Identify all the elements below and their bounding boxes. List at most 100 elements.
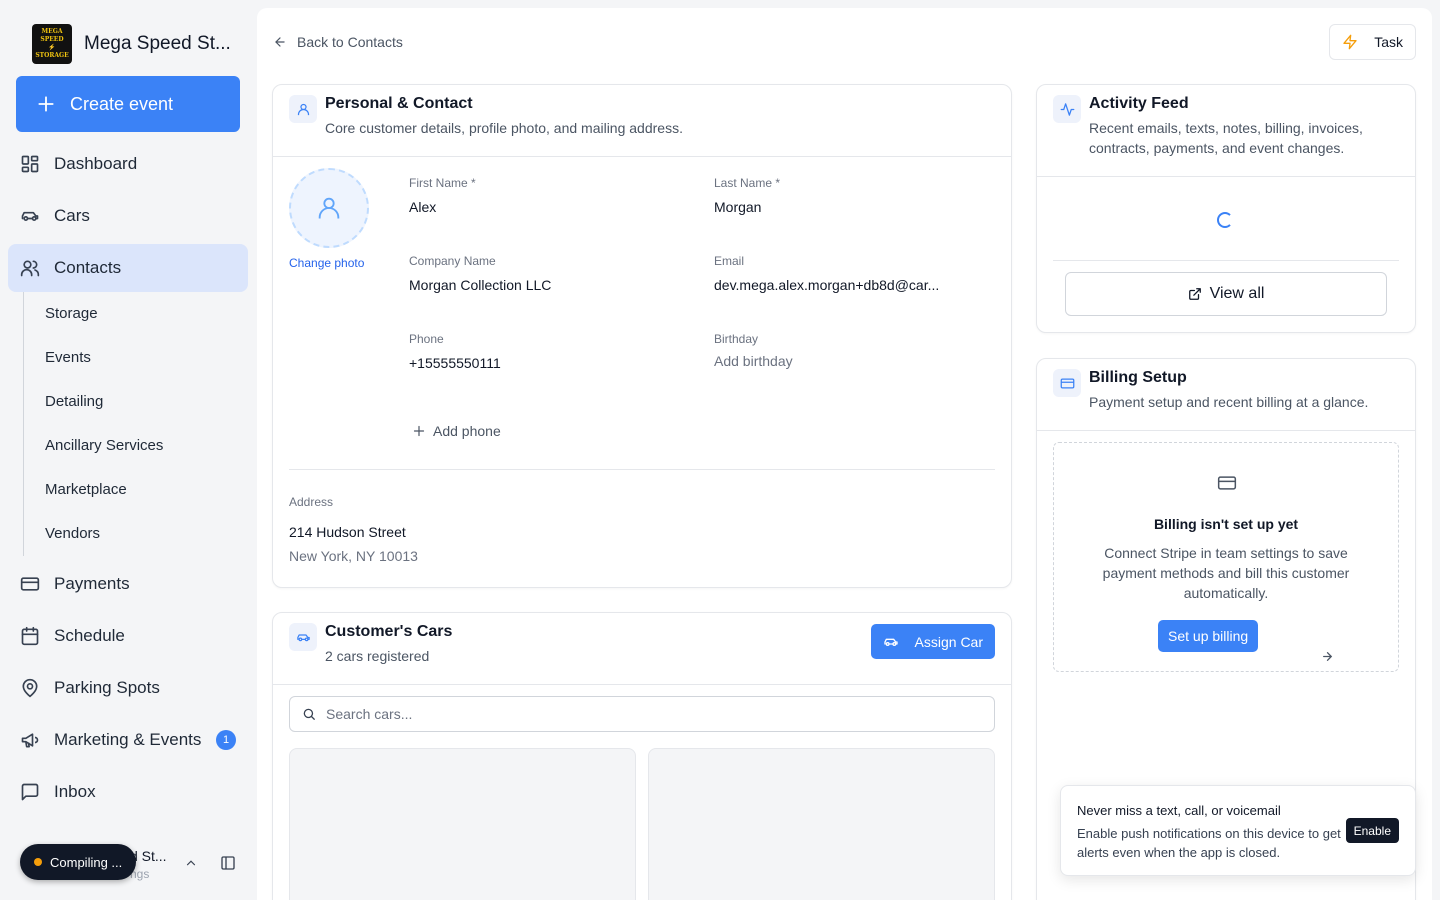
subnav-item-marketplace[interactable]: Marketplace: [45, 481, 127, 498]
phone-field[interactable]: +15555550111: [409, 355, 501, 371]
car-card-placeholder: [289, 748, 636, 900]
add-phone-button[interactable]: Add phone: [413, 423, 501, 439]
card-header: Billing Setup Payment setup and recent b…: [1037, 359, 1415, 431]
view-all-label: View all: [1209, 285, 1265, 302]
add-phone-label: Add phone: [433, 423, 501, 439]
toast-text: Enable push notifications on this device…: [1077, 826, 1341, 860]
assign-car-button[interactable]: Assign Car: [870, 624, 995, 659]
nav-label: Dashboard: [54, 154, 138, 173]
task-button[interactable]: Task: [1329, 24, 1416, 60]
car-icon: [20, 206, 40, 226]
nav-label: Payments: [54, 574, 130, 593]
nav-item-schedule[interactable]: Schedule: [8, 612, 248, 660]
view-all-button[interactable]: View all: [1065, 272, 1387, 316]
card-subtitle: 2 cars registered: [325, 648, 430, 664]
subnav-divider: [23, 292, 24, 556]
search-icon: [302, 707, 316, 721]
email-field[interactable]: dev.mega.alex.morgan+db8d@car...: [714, 277, 939, 293]
panel-left-icon[interactable]: [220, 855, 236, 871]
empty-state-title: Billing isn't set up yet: [1153, 516, 1299, 532]
megaphone-icon: [20, 730, 40, 750]
nav-item-cars[interactable]: Cars: [8, 192, 248, 240]
address-label: Address: [289, 495, 334, 509]
divider: [1053, 260, 1399, 261]
message-square-icon: [20, 782, 40, 802]
sidebar: MEGA SPEED ⚡ STORAGE Mega Speed St... Cr…: [0, 0, 256, 900]
nav-item-payments[interactable]: Payments: [8, 560, 248, 608]
main-panel: Back to Contacts Task Personal & Contact…: [257, 8, 1432, 900]
search-cars-input[interactable]: Search cars...: [289, 696, 995, 732]
nav-item-dashboard[interactable]: Dashboard: [8, 140, 248, 188]
change-photo-link[interactable]: Change photo: [289, 256, 364, 270]
notification-badge: 1: [216, 730, 236, 750]
create-event-button[interactable]: Create event: [16, 76, 240, 132]
push-notification-toast: Never miss a text, call, or voicemail En…: [1060, 785, 1416, 876]
user-icon: [315, 194, 343, 222]
map-pin-icon: [20, 678, 40, 698]
status-dot: [34, 858, 42, 866]
assign-car-label: Assign Car: [914, 633, 983, 650]
card-subtitle: Payment setup and recent billing at a gl…: [1089, 394, 1369, 410]
subnav-item-detailing[interactable]: Detailing: [45, 393, 103, 410]
nav-item-inbox[interactable]: Inbox: [8, 768, 248, 816]
card-header: Personal & Contact Core customer details…: [273, 85, 1011, 157]
create-event-label: Create event: [70, 93, 174, 114]
subnav-item-events[interactable]: Events: [45, 349, 91, 366]
subnav-item-storage[interactable]: Storage: [45, 305, 98, 322]
nav-label: Marketing & Events: [54, 730, 202, 749]
users-icon: [20, 258, 40, 278]
avatar[interactable]: [289, 168, 369, 248]
card-header: Customer's Cars 2 cars registered Assign…: [273, 613, 1011, 685]
compiling-indicator: Compiling ...: [20, 844, 137, 880]
nav-label: Schedule: [54, 626, 125, 645]
card-title: Customer's Cars: [325, 623, 453, 640]
last-name-label: Last Name *: [714, 176, 781, 190]
credit-card-icon: [1217, 473, 1237, 493]
plus-icon: [36, 94, 56, 114]
task-label: Task: [1374, 34, 1403, 50]
subnav-item-ancillary-services[interactable]: Ancillary Services: [45, 437, 163, 454]
credit-card-icon: [20, 574, 40, 594]
external-link-icon: [1188, 287, 1202, 301]
zap-icon: [1342, 34, 1358, 50]
address-line-1[interactable]: 214 Hudson Street: [289, 524, 406, 540]
nav-item-parking-spots[interactable]: Parking Spots: [8, 664, 248, 712]
card-title: Activity Feed: [1089, 95, 1189, 112]
birthday-field[interactable]: Add birthday: [714, 353, 793, 369]
toast-title: Never miss a text, call, or voicemail: [1077, 803, 1281, 818]
set-up-billing-button[interactable]: Set up billing: [1158, 620, 1333, 661]
user-icon: [289, 95, 317, 123]
dashboard-icon: [20, 154, 40, 174]
subnav-item-vendors[interactable]: Vendors: [45, 525, 100, 542]
first-name-field[interactable]: Alex: [409, 199, 436, 215]
last-name-field[interactable]: Morgan: [714, 199, 761, 215]
car-card-placeholder: [648, 748, 995, 900]
loading-spinner-icon: [1217, 212, 1233, 228]
car-icon: [289, 623, 317, 651]
empty-state-text: Connect Stripe in team settings to save …: [1102, 545, 1350, 601]
phone-label: Phone: [409, 332, 444, 346]
enable-notifications-button[interactable]: Enable: [1345, 818, 1399, 843]
calendar-icon: [20, 626, 40, 646]
personal-contact-card: Personal & Contact Core customer details…: [272, 84, 1012, 588]
address-line-2: New York, NY 10013: [289, 548, 418, 564]
back-to-contacts-link[interactable]: Back to Contacts: [273, 34, 403, 50]
company-field[interactable]: Morgan Collection LLC: [409, 277, 551, 293]
set-up-billing-label: Set up billing: [1168, 628, 1249, 644]
brand-name: Mega Speed St...: [84, 33, 231, 54]
compiling-label: Compiling ...: [50, 854, 123, 870]
brand[interactable]: MEGA SPEED ⚡ STORAGE Mega Speed St...: [32, 24, 231, 64]
email-label: Email: [714, 254, 745, 268]
birthday-label: Birthday: [714, 332, 759, 346]
nav-item-marketing-events[interactable]: Marketing & Events 1: [8, 716, 248, 764]
brand-logo: MEGA SPEED ⚡ STORAGE: [32, 24, 72, 64]
back-label: Back to Contacts: [297, 34, 403, 50]
card-header: Activity Feed Recent emails, texts, note…: [1037, 85, 1415, 177]
card-subtitle: Core customer details, profile photo, an…: [325, 120, 683, 136]
customer-cars-card: Customer's Cars 2 cars registered Assign…: [272, 612, 1012, 900]
chevron-up-icon[interactable]: [184, 856, 198, 870]
car-icon: [883, 634, 899, 650]
nav-item-contacts[interactable]: Contacts: [8, 244, 248, 292]
credit-card-icon: [1053, 369, 1081, 397]
divider: [289, 469, 995, 470]
